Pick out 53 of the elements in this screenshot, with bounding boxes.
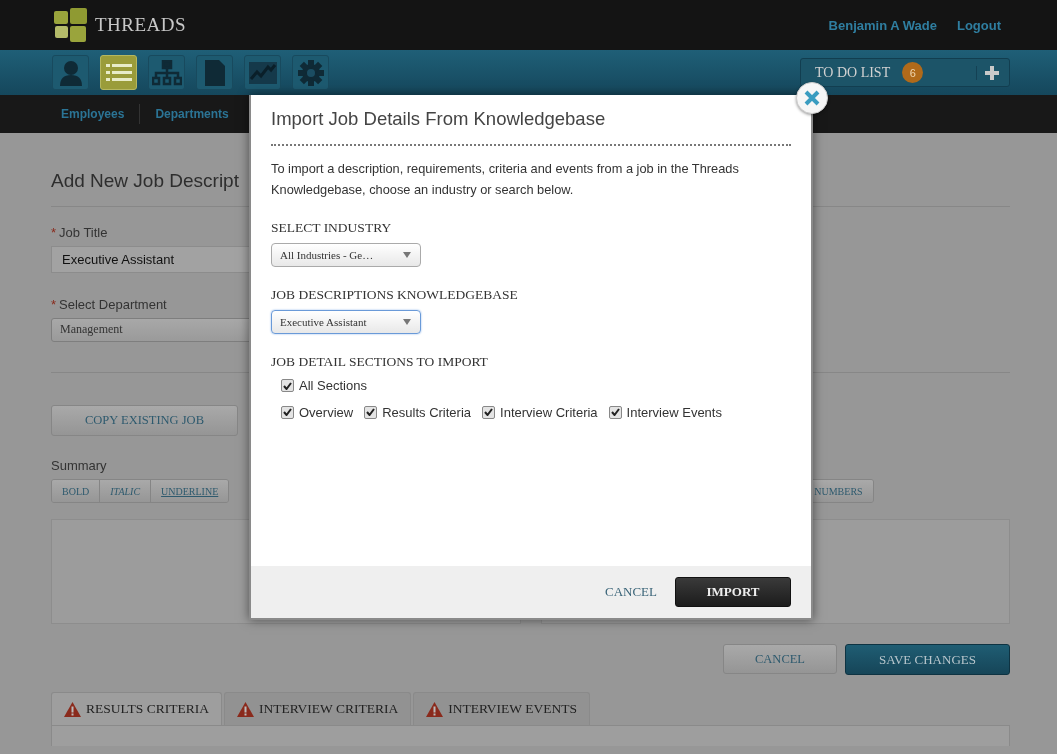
intro-text: To import a description, requirements, criteria and events from a job in the Threads Knowledgebase, choose an industry or search below.	[271, 160, 740, 199]
logo-icon	[53, 7, 89, 43]
required-mark: *	[51, 225, 57, 240]
user-link[interactable]: Benjamin A Wade	[828, 17, 937, 33]
checkbox-label: Interview Events	[626, 404, 722, 420]
caret-icon	[403, 252, 411, 258]
chart-icon	[248, 61, 277, 84]
document-icon	[204, 59, 225, 86]
nav-link[interactable]: Departments	[155, 107, 229, 121]
save-button[interactable]: SAVE CHANGES	[845, 644, 1010, 675]
checkbox-label: Overview	[299, 404, 354, 420]
format-button[interactable]: UNDERLINE	[150, 480, 229, 502]
app-name: THREADS	[95, 14, 187, 36]
count-badge: 6	[902, 62, 924, 83]
list-icon	[105, 62, 132, 83]
summary-label: Summary	[51, 458, 108, 473]
dialog-title: Import Job Details From Knowledgebase	[271, 108, 607, 130]
hierarchy-icon	[151, 59, 182, 86]
format-button[interactable]: BOLD	[52, 480, 100, 502]
section-label: JOB DETAIL SECTIONS TO IMPORT	[271, 354, 489, 370]
tab[interactable]: INTERVIEW EVENTS	[413, 692, 590, 725]
checkbox[interactable]	[608, 405, 622, 419]
checkbox[interactable]	[281, 405, 294, 419]
caret-icon	[403, 319, 411, 325]
todo-list-bar[interactable]: TO DO LIST 6	[800, 58, 1010, 87]
dropdown[interactable]: Executive Assistant	[271, 310, 421, 334]
cancel-button[interactable]: CANCEL	[723, 644, 837, 674]
copy-job-button[interactable]: COPY EXISTING JOB	[51, 405, 238, 436]
dropdown[interactable]: All Industries - Ge…	[271, 243, 421, 267]
required-mark: *	[51, 297, 57, 312]
checkbox-label: Results Criteria	[382, 404, 472, 420]
import-button[interactable]: IMPORT	[675, 577, 791, 607]
section-label: SELECT INDUSTRY	[271, 220, 393, 236]
checkbox-label: All Sections	[299, 378, 367, 393]
person-icon	[58, 59, 83, 86]
logout-link[interactable]: Logout	[956, 17, 1001, 33]
settings-icon	[297, 59, 324, 86]
todo-label: TO DO LIST	[815, 64, 891, 81]
section-label: JOB DESCRIPTIONS KNOWLEDGEBASE	[271, 287, 519, 303]
checkbox-label: Interview Criteria	[500, 404, 598, 420]
checkbox[interactable]	[482, 405, 496, 419]
close-icon	[804, 90, 820, 106]
add-icon[interactable]	[976, 65, 999, 80]
checkbox[interactable]	[281, 379, 294, 392]
tab[interactable]: INTERVIEW CRITERIA	[223, 692, 412, 725]
checkbox[interactable]	[364, 405, 378, 419]
page-title: Add New Job Descript	[51, 169, 239, 193]
field-label: Select Department	[59, 297, 167, 312]
format-button[interactable]: ITALIC	[99, 480, 151, 502]
field-label: Job Title	[59, 225, 108, 240]
tab[interactable]: RESULTS CRITERIA	[51, 692, 222, 725]
cancel-link[interactable]: CANCEL	[605, 584, 657, 600]
nav-link[interactable]: Employees	[61, 107, 125, 121]
